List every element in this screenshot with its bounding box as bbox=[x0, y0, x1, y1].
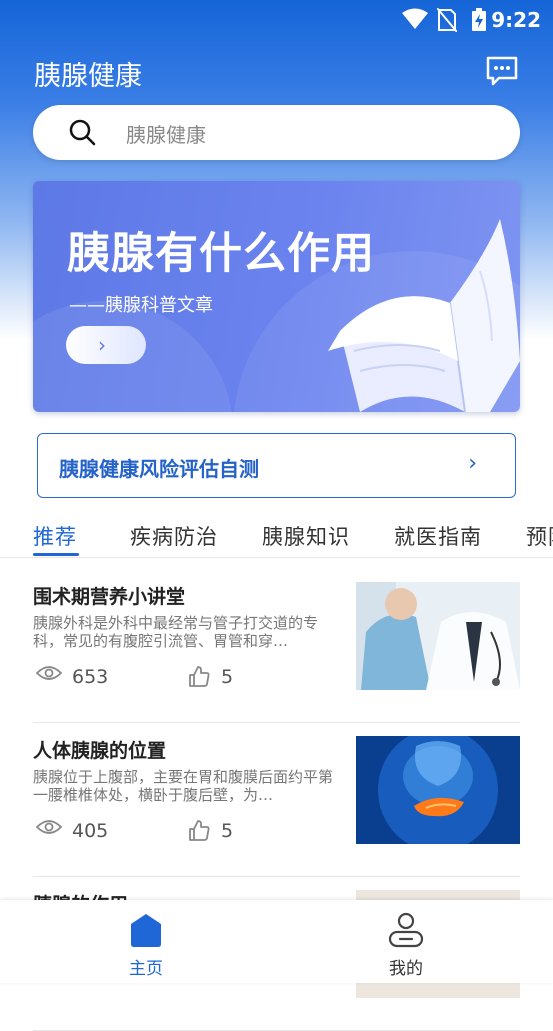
article-thumbnail bbox=[356, 736, 520, 844]
wifi-icon bbox=[402, 8, 428, 29]
nav-home[interactable]: 主页 bbox=[86, 900, 206, 983]
like-count: 5 bbox=[221, 820, 234, 842]
risk-assessment-label: 胰腺健康风险评估自测 bbox=[59, 457, 259, 481]
banner-arrow-button[interactable]: › bbox=[66, 326, 146, 364]
thumbs-up-icon[interactable] bbox=[187, 818, 211, 842]
bottom-nav: 主页 我的 bbox=[0, 900, 553, 983]
nav-mine[interactable]: 我的 bbox=[346, 900, 466, 983]
view-count: 653 bbox=[72, 666, 109, 688]
article-title: 围术期营养小讲堂 bbox=[33, 586, 186, 608]
active-tab-indicator bbox=[33, 553, 79, 556]
search-icon bbox=[69, 119, 96, 146]
banner[interactable]: 胰腺有什么作用 ——胰腺科普文章 › bbox=[33, 181, 520, 412]
app-title: 胰腺健康 bbox=[34, 61, 142, 92]
eye-icon bbox=[36, 820, 62, 834]
home-icon bbox=[131, 914, 161, 947]
chevron-right-icon: › bbox=[468, 451, 477, 476]
open-book-icon bbox=[328, 219, 520, 412]
status-bar: 9:22 bbox=[0, 0, 553, 38]
thumbs-up-icon[interactable] bbox=[187, 664, 211, 688]
tab-pancreas-knowledge[interactable]: 胰腺知识 bbox=[262, 521, 350, 551]
category-tabs: 推荐 疾病防治 胰腺知识 就医指南 预防 bbox=[0, 515, 553, 558]
status-time: 9:22 bbox=[491, 8, 541, 32]
banner-subtitle: ——胰腺科普文章 bbox=[69, 295, 213, 316]
view-count: 405 bbox=[72, 820, 109, 842]
eye-icon bbox=[36, 666, 62, 680]
tab-medical-guide[interactable]: 就医指南 bbox=[394, 521, 482, 551]
no-sim-icon bbox=[437, 8, 457, 32]
article-summary: 胰腺外科是外科中最经常与管子打交道的专科，常见的有腹腔引流管、胃管和穿… bbox=[33, 614, 319, 650]
article-title: 人体胰腺的位置 bbox=[33, 740, 167, 762]
like-count: 5 bbox=[221, 666, 234, 688]
risk-assessment-button[interactable]: 胰腺健康风险评估自测 › bbox=[37, 433, 516, 498]
search-input[interactable]: 胰腺健康 bbox=[33, 105, 520, 160]
chevron-right-icon: › bbox=[98, 333, 106, 357]
article-card[interactable]: 人体胰腺的位置 胰腺位于上腹部，主要在胃和腹膜后面约平第一腰椎椎体处，横卧于腹后… bbox=[33, 722, 520, 877]
article-card[interactable]: 围术期营养小讲堂 胰腺外科是外科中最经常与管子打交道的专科，常见的有腹腔引流管、… bbox=[33, 568, 520, 723]
nav-home-label: 主页 bbox=[129, 959, 163, 979]
tab-prevention[interactable]: 预防 bbox=[526, 521, 553, 551]
article-thumbnail bbox=[356, 582, 520, 690]
battery-charging-icon bbox=[472, 8, 486, 31]
message-icon[interactable] bbox=[485, 54, 519, 88]
tab-recommended[interactable]: 推荐 bbox=[33, 521, 77, 551]
search-placeholder: 胰腺健康 bbox=[126, 123, 206, 147]
user-icon bbox=[388, 912, 424, 948]
nav-mine-label: 我的 bbox=[389, 959, 423, 979]
article-summary: 胰腺位于上腹部，主要在胃和腹膜后面约平第一腰椎椎体处，横卧于腹后壁，为… bbox=[33, 768, 334, 804]
tab-disease-prevention[interactable]: 疾病防治 bbox=[130, 521, 218, 551]
